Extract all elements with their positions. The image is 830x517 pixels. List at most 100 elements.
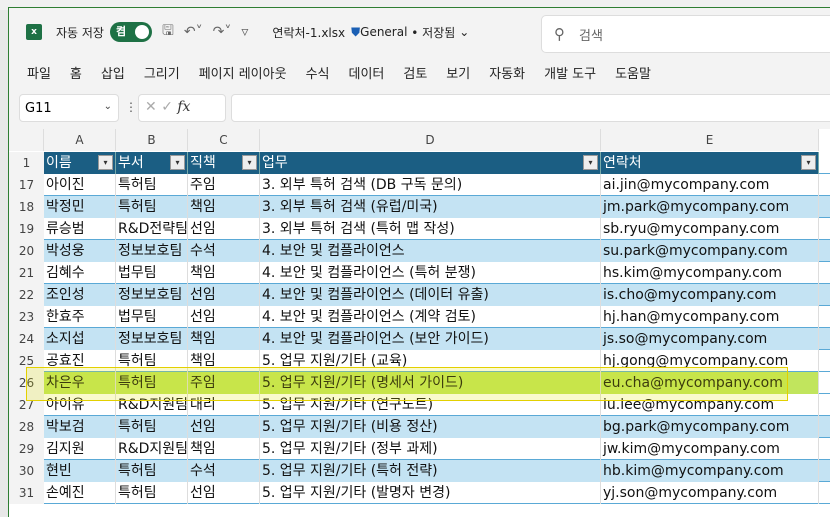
cell[interactable]: 수석	[188, 460, 260, 482]
cell[interactable]: bg.park@mycompany.com	[601, 416, 819, 438]
enter-icon[interactable]: ✓	[161, 99, 173, 115]
row-number[interactable]: 17	[9, 174, 44, 196]
cell[interactable]: 특허팀	[116, 482, 188, 504]
more-icon[interactable]: ⋮	[125, 100, 137, 114]
customize-toolbar-icon[interactable]: ▿	[241, 24, 248, 40]
cell[interactable]: R&D전략팀	[116, 218, 188, 240]
cell[interactable]: 아이진	[44, 174, 116, 196]
search-box[interactable]: ⚲ 검색	[541, 15, 830, 53]
cell[interactable]: 5. 업무 지원/기타 (비용 정산)	[260, 416, 601, 438]
cell[interactable]: 손예진	[44, 482, 116, 504]
row-number[interactable]: 19	[9, 218, 44, 240]
cell[interactable]: 5. 업무 지원/기타 (발명자 변경)	[260, 482, 601, 504]
cell[interactable]: yj.son@mycompany.com	[601, 482, 819, 504]
cell[interactable]: R&D지원팀	[116, 438, 188, 460]
cell[interactable]: 조인성	[44, 284, 116, 306]
cell[interactable]: 5. 업무 지원/기타 (정부 과제)	[260, 438, 601, 460]
cell[interactable]: hj.han@mycompany.com	[601, 306, 819, 328]
cell[interactable]: 수석	[188, 240, 260, 262]
row-number[interactable]: 29	[9, 438, 44, 460]
cell[interactable]: 특허팀	[116, 416, 188, 438]
cell[interactable]: 책임	[188, 328, 260, 350]
filter-dropdown-icon[interactable]: ▾	[801, 155, 816, 170]
cell[interactable]: hs.kim@mycompany.com	[601, 262, 819, 284]
cell[interactable]: 법무팀	[116, 262, 188, 284]
name-box[interactable]: G11 ⌄	[19, 94, 119, 122]
filter-dropdown-icon[interactable]: ▾	[98, 155, 113, 170]
saved-status[interactable]: • 저장됨	[411, 24, 455, 41]
cell[interactable]: 특허팀	[116, 460, 188, 482]
column-header-D[interactable]: D	[260, 129, 601, 151]
cell[interactable]: 업무	[260, 152, 601, 174]
cell[interactable]: 선임	[188, 306, 260, 328]
chevron-down-icon[interactable]: ⌄	[459, 25, 469, 39]
cell[interactable]: 박보검	[44, 416, 116, 438]
row-number[interactable]: 22	[9, 284, 44, 306]
cell[interactable]: 특허팀	[116, 196, 188, 218]
cell[interactable]: 선임	[188, 218, 260, 240]
cell[interactable]: 책임	[188, 196, 260, 218]
cell[interactable]: 책임	[188, 262, 260, 284]
cell[interactable]: 김혜수	[44, 262, 116, 284]
cell[interactable]: 정보보호팀	[116, 284, 188, 306]
cell[interactable]: 4. 보안 및 컴플라이언스	[260, 240, 601, 262]
row-number[interactable]: 20	[9, 240, 44, 262]
cell[interactable]: su.park@mycompany.com	[601, 240, 819, 262]
cell[interactable]: 박정민	[44, 196, 116, 218]
cell[interactable]: ai.jin@mycompany.com	[601, 174, 819, 196]
row-number[interactable]: 24	[9, 328, 44, 350]
formula-input[interactable]	[231, 94, 830, 122]
tab-developer[interactable]: 개발 도구	[544, 63, 596, 85]
cell[interactable]: 4. 보안 및 컴플라이언스 (특허 분쟁)	[260, 262, 601, 284]
cell[interactable]: js.so@mycompany.com	[601, 328, 819, 350]
cell[interactable]: 연락처	[601, 152, 819, 174]
cell[interactable]: 4. 보안 및 컴플라이언스 (데이터 유출)	[260, 284, 601, 306]
tab-automate[interactable]: 자동화	[489, 63, 525, 85]
save-icon[interactable]: 🖫	[162, 20, 174, 44]
filter-dropdown-icon[interactable]: ▾	[242, 155, 257, 170]
column-header-B[interactable]: B	[116, 129, 188, 151]
tab-draw[interactable]: 그리기	[144, 63, 180, 85]
row-number[interactable]: 23	[9, 306, 44, 328]
cell[interactable]: 정보보호팀	[116, 240, 188, 262]
cell[interactable]: 류승범	[44, 218, 116, 240]
cell[interactable]: 소지섭	[44, 328, 116, 350]
tab-file[interactable]: 파일	[27, 63, 51, 85]
cell[interactable]: 5. 업무 지원/기타 (특허 전략)	[260, 460, 601, 482]
tab-view[interactable]: 보기	[446, 63, 470, 85]
cell[interactable]: hb.kim@mycompany.com	[601, 460, 819, 482]
tab-page-layout[interactable]: 페이지 레이아웃	[199, 63, 287, 85]
column-header-E[interactable]: E	[601, 129, 819, 151]
cell[interactable]: 3. 외부 특허 검색 (유럽/미국)	[260, 196, 601, 218]
cell[interactable]: 4. 보안 및 컴플라이언스 (보안 가이드)	[260, 328, 601, 350]
column-header-A[interactable]: A	[44, 129, 116, 151]
cell[interactable]: 4. 보안 및 컴플라이언스 (계약 검토)	[260, 306, 601, 328]
cell[interactable]: 3. 외부 특허 검색 (DB 구독 문의)	[260, 174, 601, 196]
row-number[interactable]: 1	[9, 152, 44, 174]
chevron-down-icon[interactable]: ⌄	[104, 101, 112, 112]
cell[interactable]: 박성웅	[44, 240, 116, 262]
row-number[interactable]: 28	[9, 416, 44, 438]
cell[interactable]: 정보보호팀	[116, 328, 188, 350]
row-number[interactable]: 21	[9, 262, 44, 284]
undo-icon[interactable]: ↶˅	[184, 24, 203, 40]
filter-dropdown-icon[interactable]: ▾	[583, 155, 598, 170]
cell[interactable]: 3. 외부 특허 검색 (특허 맵 작성)	[260, 218, 601, 240]
tab-help[interactable]: 도움말	[615, 63, 651, 85]
filter-dropdown-icon[interactable]: ▾	[170, 155, 185, 170]
redo-icon[interactable]: ↷˅	[213, 24, 232, 40]
cell[interactable]: 선임	[188, 416, 260, 438]
cell[interactable]: jm.park@mycompany.com	[601, 196, 819, 218]
row-number[interactable]: 30	[9, 460, 44, 482]
tab-review[interactable]: 검토	[403, 63, 427, 85]
cell[interactable]: 현빈	[44, 460, 116, 482]
select-all-button[interactable]	[9, 129, 44, 151]
tab-home[interactable]: 홈	[70, 63, 82, 85]
cell[interactable]: 선임	[188, 482, 260, 504]
cell[interactable]: is.cho@mycompany.com	[601, 284, 819, 306]
row-number[interactable]: 18	[9, 196, 44, 218]
cell[interactable]: sb.ryu@mycompany.com	[601, 218, 819, 240]
insert-function-button[interactable]: fx	[177, 99, 190, 115]
tab-insert[interactable]: 삽입	[101, 63, 125, 85]
cell[interactable]: 특허팀	[116, 174, 188, 196]
